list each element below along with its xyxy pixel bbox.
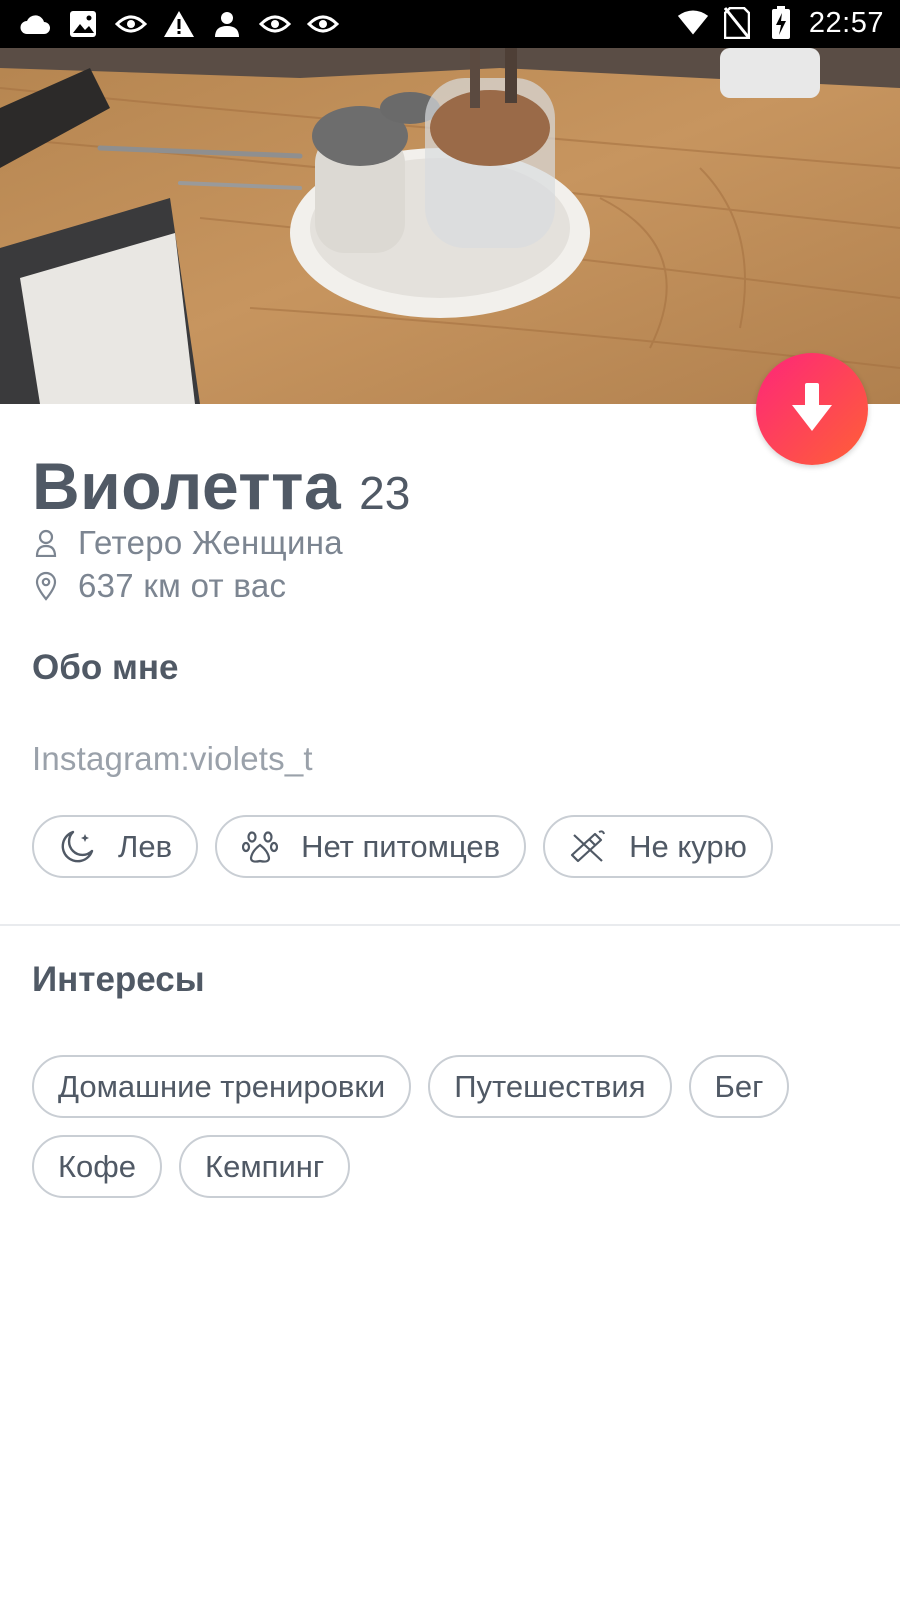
moon-icon [58,828,96,866]
no-sim-icon [721,6,753,40]
chip-label: Нет питомцев [301,828,501,864]
cloud-icon [18,8,52,40]
system-icons: 22:57 [677,6,884,40]
battery-charging-icon [765,6,797,40]
interests-row-2: Кофе Кемпинг [32,1135,351,1198]
profile-age: 23 [359,467,411,519]
interest-chip[interactable]: Кемпинг [179,1135,351,1198]
section-divider [0,924,900,926]
orientation-text: Гетеро Женщина [78,524,343,561]
chip-smoking[interactable]: Не курю [543,815,773,878]
bio-text: Instagram:violets_t [32,740,313,777]
collapse-profile-button[interactable] [756,353,868,465]
chip-zodiac[interactable]: Лев [32,815,199,878]
chip-pets[interactable]: Нет питомцев [215,815,527,878]
profile-photo[interactable] [0,48,900,404]
eye-icon [258,8,292,40]
interest-chip[interactable]: Бег [688,1055,790,1118]
paw-icon [241,828,279,866]
status-bar: 22:57 [0,0,900,48]
warning-icon [162,8,196,40]
cigarette-icon [569,828,607,866]
image-icon [66,8,100,40]
name-age-row: Виолетта 23 [32,448,410,524]
interests-title: Интересы [32,960,205,999]
orientation-row: Гетеро Женщина [32,524,343,562]
profile-name: Виолетта [32,449,342,523]
location-pin-icon [32,571,60,601]
eye-icon [306,8,340,40]
person-outline-icon [32,528,60,558]
interest-chip[interactable]: Кофе [32,1135,163,1198]
eye-icon [114,8,148,40]
about-title: Обо мне [32,648,179,687]
chip-label: Лев [118,828,173,864]
wifi-icon [677,6,709,40]
interest-chip[interactable]: Домашние тренировки [32,1055,412,1118]
notification-icons [18,8,340,40]
distance-row: 637 км от вас [32,567,286,605]
interest-chip[interactable]: Путешествия [428,1055,672,1118]
person-icon [210,8,244,40]
distance-text: 637 км от вас [78,567,287,604]
arrow-down-icon [790,381,834,438]
chip-label: Не курю [629,828,747,864]
clock: 22:57 [808,6,884,39]
lifestyle-chips: Лев Нет питомцев Не курю [32,815,773,878]
interests-row-1: Домашние тренировки Путешествия Бег [32,1055,790,1118]
